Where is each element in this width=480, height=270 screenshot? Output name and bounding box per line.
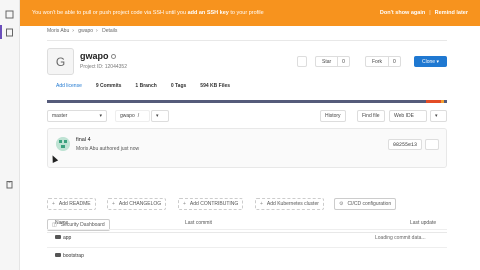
history-button[interactable]: History — [320, 110, 346, 122]
add-ssh-key-link[interactable]: add an SSH key — [188, 10, 229, 16]
download-button[interactable]: ▾ — [430, 110, 447, 122]
add-contributing-button[interactable]: + Add CONTRIBUTING — [178, 198, 244, 210]
banner-message: You won't be able to pull or push projec… — [32, 10, 374, 16]
ssh-warning-banner: You won't be able to pull or push projec… — [20, 0, 480, 26]
breadcrumb-details[interactable]: Details — [102, 28, 117, 34]
breadcrumb-project[interactable]: gwapo — [78, 28, 93, 34]
fork-button[interactable]: Fork 0 — [365, 56, 401, 67]
dont-show-again-button[interactable]: Don't show again — [380, 10, 425, 16]
commits-link[interactable]: 9 Commits — [96, 83, 122, 89]
col-last-commit: Last commit — [185, 220, 212, 226]
banner-message-end: to your profile — [228, 10, 264, 16]
project-avatar: G — [47, 48, 74, 75]
path-root[interactable]: gwapo — [120, 113, 135, 119]
file-name[interactable]: app — [63, 235, 71, 241]
add-kubernetes-label: Add Kubernetes cluster — [266, 201, 319, 207]
notification-dropdown[interactable] — [297, 56, 307, 67]
ci-cd-configuration-button[interactable]: ⚙ CI/CD configuration — [334, 198, 397, 210]
clone-button[interactable]: Clone ▾ — [414, 56, 447, 67]
find-file-button[interactable]: Find file — [357, 110, 385, 122]
last-commit-panel: final 4 Moris Abu authored just now 0825… — [47, 128, 447, 168]
details-icon[interactable] — [5, 28, 14, 37]
divider — [47, 40, 447, 41]
project-name: gwapo — [80, 51, 109, 61]
commit-meta: Moris Abu authored just now — [76, 146, 140, 152]
project-id: Project ID: 12044352 — [80, 64, 127, 70]
path-separator: / — [137, 113, 140, 119]
project-icon[interactable] — [5, 10, 14, 19]
add-changelog-label: Add CHANGELOG — [118, 201, 162, 207]
language-segment — [426, 100, 441, 103]
add-to-tree-dropdown[interactable]: ▾ — [151, 110, 169, 122]
chevron-down-icon: ▾ — [156, 113, 159, 119]
path-breadcrumb[interactable]: gwapo / — [115, 110, 150, 122]
add-contributing-label: Add CONTRIBUTING — [189, 201, 239, 207]
col-last-update: Last update — [410, 220, 437, 226]
breadcrumb-owner[interactable]: Moris Abu — [47, 28, 69, 34]
add-changelog-button[interactable]: + Add CHANGELOG — [107, 198, 167, 210]
fork-count[interactable]: 0 — [388, 57, 400, 66]
banner-separator: | — [429, 10, 431, 16]
sidebar — [0, 0, 20, 270]
star-label: Star — [322, 58, 332, 65]
table-row[interactable]: app Loading commit data... — [47, 229, 447, 244]
chevron-down-icon: ▾ — [99, 113, 102, 119]
project-title: gwapo — [80, 51, 116, 61]
files-size: 594 KB Files — [200, 83, 231, 89]
add-kubernetes-cluster-button[interactable]: + Add Kubernetes cluster — [255, 198, 324, 210]
col-name: Name — [55, 220, 69, 226]
branches-link[interactable]: 1 Branch — [135, 83, 156, 89]
star-count[interactable]: 0 — [337, 57, 349, 66]
chevron-down-icon: ▾ — [435, 113, 438, 119]
file-name[interactable]: bootstrap — [63, 253, 84, 259]
project-stats: Add license 9 Commits 1 Branch 0 Tags 59… — [56, 83, 230, 89]
author-avatar — [56, 137, 70, 151]
plus-icon: + — [183, 201, 186, 207]
loading-status: Loading commit data... — [375, 235, 426, 241]
clipboard-icon[interactable] — [5, 180, 14, 189]
commit-sha[interactable]: 08255e13 — [388, 139, 422, 150]
add-readme-button[interactable]: + Add README — [47, 198, 96, 210]
breadcrumb: Moris Abu › gwapo › Details — [47, 28, 118, 34]
folder-icon — [55, 253, 61, 257]
table-row[interactable]: bootstrap — [47, 247, 447, 262]
star-button[interactable]: Star 0 — [315, 56, 350, 67]
copy-sha-button[interactable] — [425, 139, 439, 150]
active-indicator — [0, 25, 2, 39]
branch-select[interactable]: master ▾ — [47, 110, 107, 122]
remind-later-button[interactable]: Remind later — [435, 10, 468, 16]
plus-icon: + — [112, 201, 115, 207]
web-ide-button[interactable]: Web IDE — [389, 110, 427, 122]
add-readme-label: Add README — [58, 201, 91, 207]
public-globe-icon — [110, 54, 116, 60]
plus-icon: + — [52, 201, 55, 207]
folder-icon — [55, 235, 61, 239]
gear-icon: ⚙ — [339, 201, 344, 207]
plus-icon: + — [260, 201, 263, 207]
language-segment — [441, 100, 444, 103]
fork-label: Fork — [372, 58, 382, 65]
add-license-link[interactable]: Add license — [56, 83, 82, 89]
commit-title[interactable]: final 4 — [76, 137, 91, 143]
branch-name: master — [52, 113, 68, 119]
tags-link[interactable]: 0 Tags — [171, 83, 186, 89]
language-bar — [47, 100, 447, 103]
banner-message-start: You won't be able to pull or push projec… — [32, 10, 188, 16]
ci-cd-label: CI/CD configuration — [347, 201, 392, 207]
